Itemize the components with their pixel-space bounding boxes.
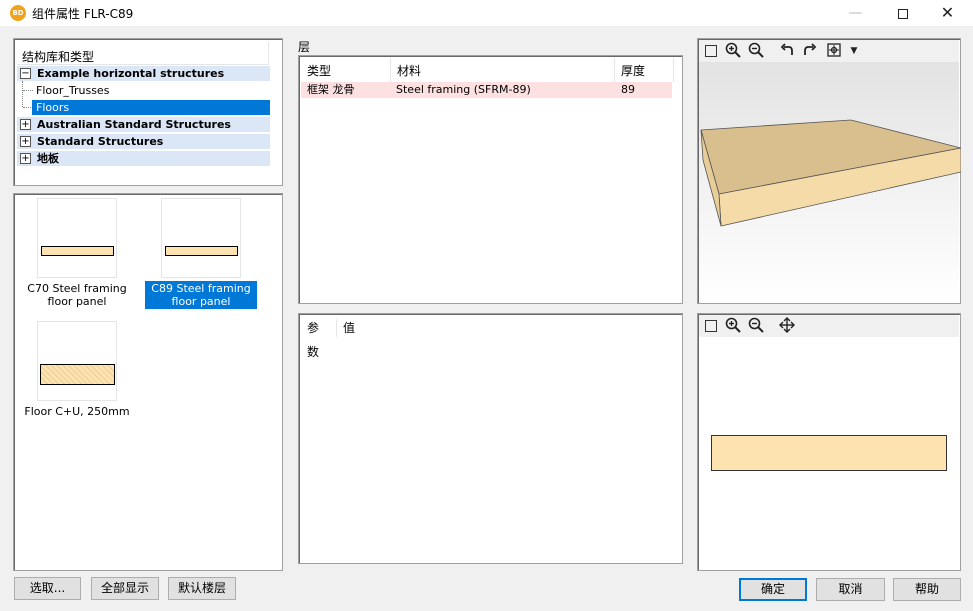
- tree-group-standard-structures[interactable]: + Standard Structures: [17, 134, 270, 149]
- zoom-in-icon[interactable]: [724, 42, 742, 60]
- preview-3d[interactable]: ▼: [697, 38, 962, 304]
- tree-group-label: 地板: [37, 152, 59, 165]
- zoom-out-icon[interactable]: [747, 317, 765, 335]
- floor-section-swatch: [41, 246, 114, 256]
- structure-gallery[interactable]: C70 Steel framing floor panel C89 Steel …: [13, 193, 283, 571]
- tree-header: 结构库和类型: [17, 42, 269, 65]
- expand-icon[interactable]: +: [20, 153, 31, 164]
- column-header-type[interactable]: 类型: [301, 58, 391, 82]
- column-header-parameter[interactable]: 参数: [301, 316, 319, 359]
- item-thumbnail: [37, 321, 117, 401]
- preview-2d[interactable]: [697, 313, 961, 571]
- tree-item-floors[interactable]: Floors: [32, 100, 270, 115]
- view-options-icon[interactable]: [825, 42, 843, 60]
- rotate-right-icon[interactable]: [800, 42, 818, 60]
- zoom-in-icon[interactable]: [724, 317, 742, 335]
- floor-slab-3d-model: [700, 119, 962, 227]
- column-header-value[interactable]: 值: [337, 316, 355, 340]
- tree-connector: [22, 81, 23, 107]
- floor-section-profile: [711, 435, 947, 471]
- item-thumbnail: [161, 198, 241, 278]
- item-thumbnail: [37, 198, 117, 278]
- gallery-item-floor-cu[interactable]: Floor C+U, 250mm: [21, 321, 133, 421]
- minimize-button[interactable]: —: [833, 0, 878, 26]
- show-all-button[interactable]: 全部显示: [91, 577, 159, 600]
- tree-group-label: Australian Standard Structures: [37, 118, 231, 131]
- expand-icon[interactable]: +: [20, 119, 31, 130]
- floor-section-swatch: [40, 364, 115, 385]
- tree-group-example-horizontal[interactable]: − Example horizontal structures: [17, 66, 270, 81]
- gallery-item-c70[interactable]: C70 Steel framing floor panel: [21, 198, 133, 310]
- item-caption: C70 Steel framing floor panel: [27, 282, 127, 308]
- collapse-icon[interactable]: −: [20, 68, 31, 79]
- maximize-icon: [897, 8, 908, 19]
- default-floor-button[interactable]: 默认楼层: [168, 577, 236, 600]
- tree-item-label: Floor_Trusses: [36, 84, 110, 97]
- tree-group-australian-standard[interactable]: + Australian Standard Structures: [17, 117, 270, 132]
- tree-item-floor-trusses[interactable]: Floor_Trusses: [32, 83, 270, 98]
- table-row[interactable]: 框架 龙骨 Steel framing (SFRM-89) 89: [301, 82, 672, 98]
- preview-3d-canvas[interactable]: [699, 62, 962, 302]
- tree-group-label: Example horizontal structures: [37, 67, 225, 80]
- layer-type-cell: 框架 龙骨: [307, 83, 355, 96]
- column-header-thickness[interactable]: 厚度: [615, 58, 674, 82]
- tree-group-label: Standard Structures: [37, 135, 164, 148]
- gallery-item-c89[interactable]: C89 Steel framing floor panel: [145, 198, 257, 310]
- pan-icon[interactable]: [778, 317, 796, 335]
- dropdown-arrow-icon[interactable]: ▼: [845, 42, 863, 60]
- tree-item-label: Floors: [36, 101, 70, 114]
- layers-grid[interactable]: 类型 材料 厚度 框架 龙骨 Steel framing (SFRM-89) 8…: [298, 55, 683, 304]
- preview-3d-toolbar: ▼: [699, 40, 959, 62]
- app-logo-icon: BD: [10, 5, 26, 21]
- fit-view-icon[interactable]: [702, 317, 720, 335]
- parameters-grid[interactable]: 参数 值: [298, 313, 683, 564]
- layer-thickness-cell: 89: [621, 83, 635, 96]
- layer-material-cell: Steel framing (SFRM-89): [396, 83, 531, 96]
- cancel-button[interactable]: 取消: [816, 578, 885, 601]
- help-button[interactable]: 帮助: [893, 578, 961, 601]
- window-title: 组件属性 FLR-C89: [32, 7, 134, 21]
- structure-library-tree[interactable]: 结构库和类型 − Example horizontal structures F…: [13, 38, 283, 186]
- item-caption: C89 Steel framing floor panel: [145, 281, 257, 309]
- item-caption: Floor C+U, 250mm: [24, 405, 130, 418]
- rotate-left-icon[interactable]: [779, 42, 797, 60]
- column-header-material[interactable]: 材料: [391, 58, 615, 82]
- fit-view-icon[interactable]: [702, 42, 720, 60]
- ok-button[interactable]: 确定: [739, 578, 807, 601]
- close-button[interactable]: ✕: [925, 0, 970, 26]
- preview-2d-toolbar: [699, 315, 959, 337]
- title-bar: BD 组件属性 FLR-C89 — ✕: [0, 0, 973, 26]
- select-button[interactable]: 选取...: [14, 577, 81, 600]
- zoom-out-icon[interactable]: [747, 42, 765, 60]
- floor-section-swatch: [165, 246, 238, 256]
- tree-group-floor[interactable]: + 地板: [17, 151, 270, 166]
- maximize-button[interactable]: [880, 0, 925, 26]
- layers-label: 层: [298, 40, 311, 54]
- expand-icon[interactable]: +: [20, 136, 31, 147]
